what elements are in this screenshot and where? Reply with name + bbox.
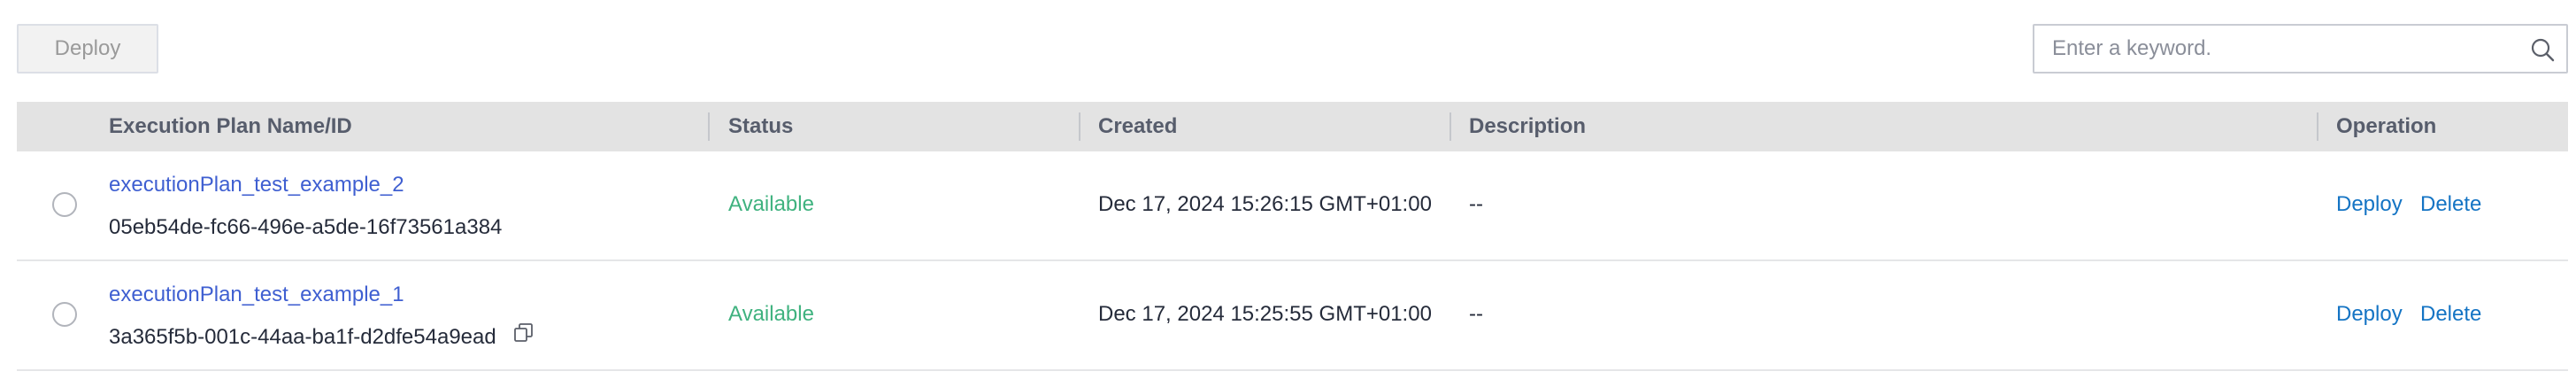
table-row: executionPlan_test_example_1 3a365f5b-00… bbox=[17, 261, 2568, 371]
row-deploy-link[interactable]: Deploy bbox=[2336, 302, 2403, 327]
description-text: -- bbox=[1469, 302, 1483, 326]
description-text: -- bbox=[1469, 192, 1483, 216]
column-header-description: Description bbox=[1469, 114, 1587, 138]
table-row: executionPlan_test_example_2 05eb54de-fc… bbox=[17, 151, 2568, 261]
row-select-radio[interactable] bbox=[52, 302, 77, 327]
column-divider bbox=[1449, 112, 1451, 141]
created-time: Dec 17, 2024 15:25:55 GMT+01:00 bbox=[1098, 302, 1432, 326]
row-select-radio[interactable] bbox=[52, 192, 77, 217]
deploy-button[interactable]: Deploy bbox=[17, 24, 158, 74]
search-input[interactable] bbox=[2034, 26, 2512, 72]
toolbar: Deploy bbox=[17, 24, 2568, 74]
column-header-name: Execution Plan Name/ID bbox=[109, 114, 352, 138]
execution-plan-table: Execution Plan Name/ID Status Created De… bbox=[17, 102, 2568, 371]
column-divider bbox=[2317, 112, 2318, 141]
row-deploy-link[interactable]: Deploy bbox=[2336, 192, 2403, 217]
status-text: Available bbox=[728, 302, 814, 326]
copy-icon[interactable] bbox=[512, 321, 535, 344]
search-icon[interactable] bbox=[2529, 36, 2556, 63]
search-box[interactable] bbox=[2033, 24, 2568, 74]
row-delete-link[interactable]: Delete bbox=[2420, 302, 2481, 327]
plan-name-link[interactable]: executionPlan_test_example_2 bbox=[109, 173, 404, 197]
column-header-operation: Operation bbox=[2336, 114, 2437, 138]
plan-id: 05eb54de-fc66-496e-a5de-16f73561a384 bbox=[109, 215, 503, 239]
column-divider bbox=[708, 112, 710, 141]
column-header-created: Created bbox=[1098, 114, 1178, 138]
table-header: Execution Plan Name/ID Status Created De… bbox=[17, 102, 2568, 151]
plan-id: 3a365f5b-001c-44aa-ba1f-d2dfe54a9ead bbox=[109, 325, 496, 349]
column-divider bbox=[1079, 112, 1080, 141]
row-delete-link[interactable]: Delete bbox=[2420, 192, 2481, 217]
column-header-status: Status bbox=[728, 114, 794, 138]
created-time: Dec 17, 2024 15:26:15 GMT+01:00 bbox=[1098, 192, 1432, 216]
plan-name-link[interactable]: executionPlan_test_example_1 bbox=[109, 283, 404, 307]
status-text: Available bbox=[728, 192, 814, 216]
